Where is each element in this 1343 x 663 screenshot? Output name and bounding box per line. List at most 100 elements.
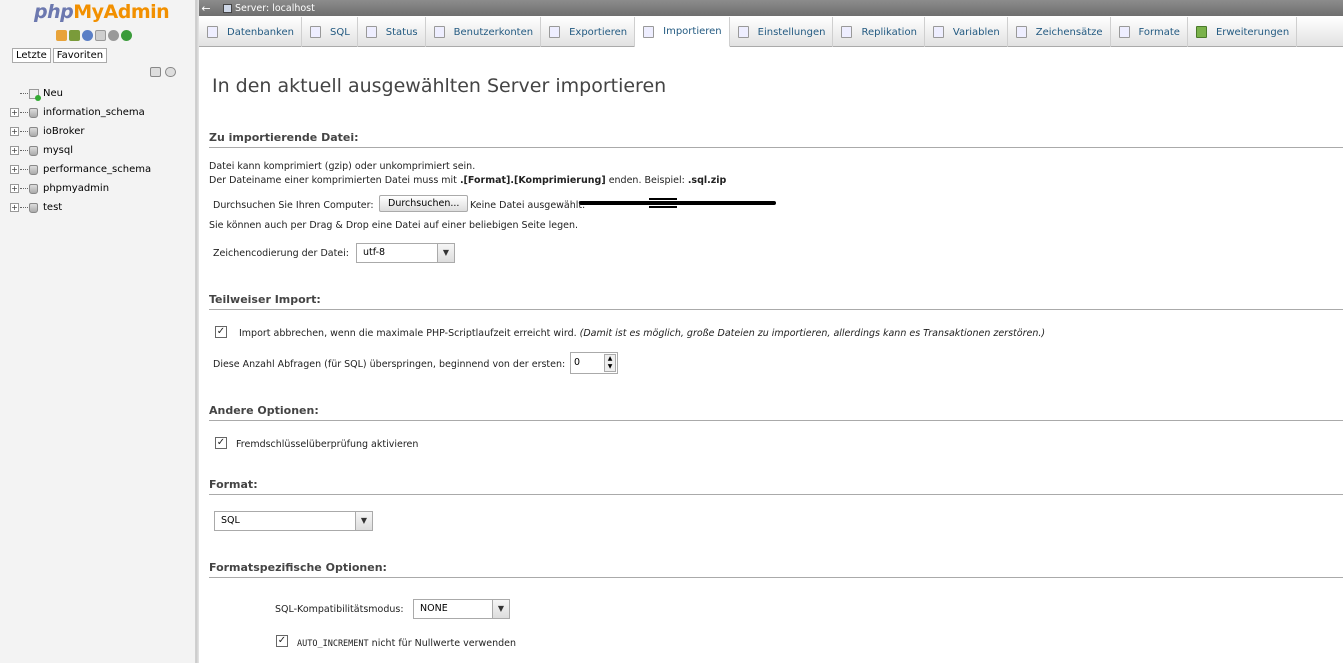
tree-label: phpmyadmin (43, 183, 110, 194)
tab-status[interactable]: Status (358, 17, 426, 47)
auto-increment-label: AUTO_INCREMENT nicht für Nullwerte verwe… (297, 638, 516, 649)
tab-importieren[interactable]: Importieren (635, 17, 730, 47)
tab-datenbanken[interactable]: Datenbanken (199, 17, 302, 47)
charset-select[interactable]: utf-8 ▼ (356, 243, 455, 263)
browse-button[interactable]: Durchsuchen... (379, 195, 469, 212)
status-icon (365, 26, 377, 38)
tab-zeichensaetze[interactable]: Zeichensätze (1008, 17, 1111, 47)
tab-sql[interactable]: SQL (302, 17, 358, 47)
tree-connector (20, 207, 28, 208)
tree-connector (20, 150, 28, 151)
tab-label: Zeichensätze (1035, 26, 1103, 38)
recent-tab[interactable]: Letzte (12, 48, 51, 63)
favorites-tab[interactable]: Favoriten (52, 48, 108, 63)
skip-queries-stepper[interactable]: 0 ▲ ▼ (570, 352, 618, 374)
collapse-all-icon[interactable] (150, 67, 161, 77)
users-icon (433, 26, 445, 38)
tree-label: information_schema (43, 107, 145, 118)
compat-mode-select[interactable]: NONE ▼ (413, 599, 510, 619)
tab-benutzerkonten[interactable]: Benutzerkonten (426, 17, 542, 47)
tab-replikation[interactable]: Replikation (833, 17, 925, 47)
expand-icon[interactable]: + (10, 127, 19, 136)
stepper-value: 0 (574, 357, 581, 368)
docs-icon[interactable] (95, 30, 106, 41)
page-title: In den aktuell ausgewählten Server impor… (212, 75, 667, 97)
tree-item-phpmyadmin[interactable]: + phpmyadmin (10, 179, 151, 198)
tree-item-test[interactable]: + test (10, 198, 151, 217)
help-icon[interactable] (82, 30, 93, 41)
navigation-panel: phpMyAdmin Letzte Favoriten Neu + inform… (0, 0, 196, 663)
logo-php-text: php (34, 1, 74, 23)
expand-icon[interactable]: + (10, 146, 19, 155)
database-icon (29, 183, 38, 194)
other-options-section: Andere Optionen: ✓ Fremdschlüsselüberprü… (209, 404, 1343, 450)
tree-item-performance-schema[interactable]: + performance_schema (10, 160, 151, 179)
file-section: Zu importierende Datei: Datei kann kompr… (209, 131, 1343, 263)
tree-label: ioBroker (43, 126, 85, 137)
stepper-arrows[interactable]: ▲ ▼ (604, 354, 616, 372)
sql-query-icon[interactable] (69, 30, 80, 41)
partial-import-section: Teilweiser Import: ✓ Import abbrechen, w… (209, 293, 1343, 374)
foreign-key-checkbox[interactable]: ✓ (215, 437, 227, 449)
tree-item-information-schema[interactable]: + information_schema (10, 103, 151, 122)
abort-timeout-label: Import abbrechen, wenn die maximale PHP-… (239, 328, 1045, 339)
home-icon[interactable] (56, 30, 67, 41)
tab-label: Replikation (861, 26, 917, 38)
settings-icon[interactable] (108, 30, 119, 41)
tab-label: SQL (329, 26, 350, 38)
expand-icon[interactable]: + (10, 108, 19, 117)
link-with-main-icon[interactable] (165, 67, 176, 77)
phpmyadmin-logo[interactable]: phpMyAdmin (34, 1, 170, 23)
server-breadcrumb[interactable]: Server: localhost (235, 3, 315, 14)
expand-icon[interactable]: + (10, 203, 19, 212)
main-tabs: Datenbanken SQL Status Benutzerkonten Ex… (199, 17, 1343, 47)
tree-item-iobroker[interactable]: + ioBroker (10, 122, 151, 141)
section-legend: Andere Optionen: (209, 404, 1343, 421)
tab-erweiterungen[interactable]: Erweiterungen (1188, 17, 1298, 47)
expand-icon[interactable]: + (10, 165, 19, 174)
checkbox-label: nicht für Nullwerte verwenden (368, 638, 517, 649)
auto-increment-checkbox[interactable]: ✓ (276, 635, 288, 647)
expand-icon[interactable]: + (10, 184, 19, 193)
plugin-icon (1195, 26, 1207, 38)
compression-hint: Datei kann komprimiert (gzip) oder unkom… (209, 161, 476, 172)
database-icon (29, 202, 38, 213)
format-specific-section: Formatspezifische Optionen: SQL-Kompatib… (209, 561, 1343, 649)
tree-item-mysql[interactable]: + mysql (10, 141, 151, 160)
section-legend: Format: (209, 478, 1343, 495)
tab-exportieren[interactable]: Exportieren (541, 17, 636, 47)
redaction-scribble (649, 198, 677, 208)
hint-format: .[Format].[Komprimierung] (459, 175, 606, 186)
sql-icon (309, 26, 321, 38)
format-select[interactable]: SQL ▼ (214, 511, 373, 531)
tree-item-new[interactable]: Neu (10, 84, 151, 103)
charset-icon (1015, 26, 1027, 38)
database-icon (29, 145, 38, 156)
replication-icon (841, 26, 853, 38)
tab-label: Datenbanken (227, 26, 294, 38)
no-file-text: Keine Datei ausgewählt. (470, 200, 586, 211)
checkbox-label: Import abbrechen, wenn die maximale PHP-… (239, 328, 580, 339)
select-value: NONE (420, 603, 448, 614)
tree-label: mysql (43, 145, 73, 156)
collapse-nav-icon[interactable]: ← (199, 2, 213, 15)
formats-icon (1118, 26, 1130, 38)
hint-text: Der Dateiname einer komprimierten Datei … (209, 175, 460, 186)
browse-label: Durchsuchen Sie Ihren Computer: (213, 200, 374, 211)
tree-connector (20, 169, 28, 170)
database-icon (29, 164, 38, 175)
chevron-down-icon: ▼ (492, 600, 509, 618)
tab-variablen[interactable]: Variablen (925, 17, 1008, 47)
tab-formate[interactable]: Formate (1111, 17, 1188, 47)
reload-icon[interactable] (121, 30, 132, 41)
tab-label: Status (385, 26, 418, 38)
abort-timeout-checkbox[interactable]: ✓ (215, 326, 227, 338)
database-icon (207, 26, 218, 38)
database-icon (29, 126, 38, 137)
export-icon (549, 26, 561, 38)
nav-recent-favorites: Letzte Favoriten (12, 48, 108, 63)
nav-resize-handle[interactable] (196, 0, 199, 663)
code-text: AUTO_INCREMENT (297, 639, 369, 649)
tab-einstellungen[interactable]: Einstellungen (730, 17, 834, 47)
filename-hint: Der Dateiname einer komprimierten Datei … (209, 175, 726, 186)
